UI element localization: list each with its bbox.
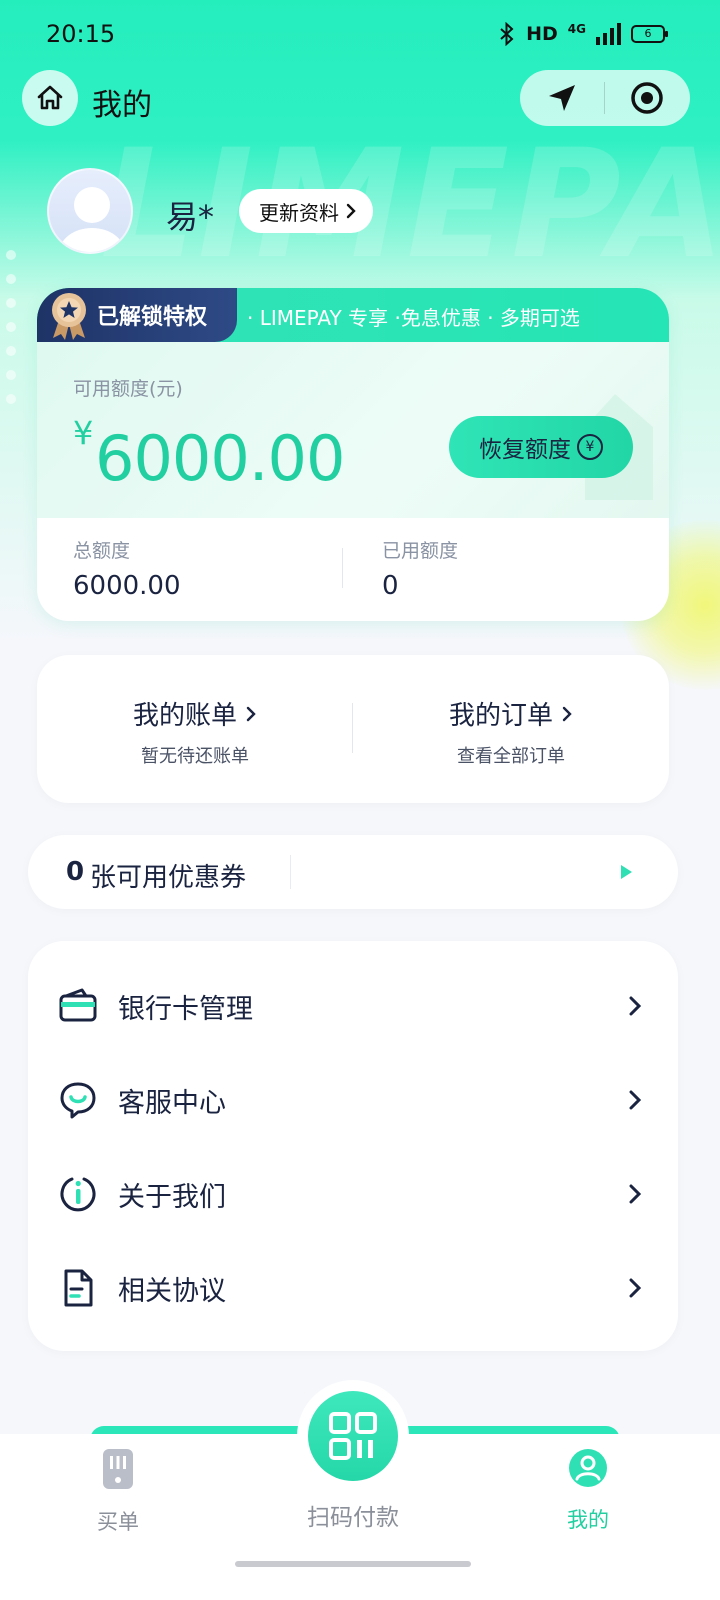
document-icon: [64, 1269, 93, 1307]
bank-card-icon: [59, 988, 97, 1022]
chevron-right-icon: [629, 1090, 642, 1110]
tab-buy-label: 买单: [97, 1510, 139, 1534]
chevron-right-icon: [246, 706, 256, 721]
status-icons: HD 4G 6: [498, 22, 668, 46]
update-profile-label: 更新资料: [259, 200, 339, 225]
tab-mine-label: 我的: [567, 1508, 609, 1532]
my-orders-entry[interactable]: 我的订单 查看全部订单: [353, 695, 669, 768]
bluetooth-icon: [500, 22, 514, 46]
medal-icon: [52, 293, 86, 340]
location-button[interactable]: [520, 70, 604, 126]
user-name: 易*: [166, 198, 215, 236]
used-credit-label: 已用额度: [382, 540, 459, 562]
customer-service-icon: [60, 1082, 96, 1119]
menu-item-agreements[interactable]: 相关协议: [28, 1241, 678, 1335]
stat-divider: [342, 548, 343, 588]
yen-refresh-icon: ¥: [577, 434, 603, 460]
info-icon: [60, 1177, 96, 1212]
home-icon: [37, 85, 63, 110]
status-bar: 20:15 HD 4G 6: [0, 0, 720, 70]
dots-decoration: [6, 250, 26, 430]
total-credit-value: 6000.00: [73, 571, 181, 601]
tab-mine[interactable]: 我的: [528, 1448, 648, 1534]
chevron-right-icon: [629, 996, 642, 1016]
coupon-label: 张可用优惠券: [90, 863, 247, 893]
user-icon: [569, 1449, 607, 1487]
hd-indicator: HD: [526, 23, 558, 45]
my-orders-subtitle: 查看全部订单: [457, 746, 565, 767]
used-credit-stat: 已用额度 0: [382, 536, 458, 601]
my-bills-subtitle: 暂无待还账单: [141, 746, 249, 767]
currency-symbol: ¥: [73, 414, 94, 452]
my-bills-entry[interactable]: 我的账单 暂无待还账单: [37, 695, 353, 768]
total-credit-label: 总额度: [73, 540, 131, 562]
coupon-divider: [290, 855, 291, 889]
restore-credit-button[interactable]: 恢复额度 ¥: [449, 416, 633, 478]
my-orders-title: 我的订单: [448, 701, 553, 731]
menu-item-bank-card[interactable]: 银行卡管理: [28, 959, 678, 1053]
coupon-count: 0: [66, 857, 85, 887]
menu-label-agreements: 相关协议: [118, 1275, 226, 1307]
menu-item-about-us[interactable]: 关于我们: [28, 1147, 678, 1241]
qr-code-icon: [329, 1412, 377, 1460]
avatar[interactable]: [47, 168, 133, 254]
restore-credit-label: 恢复额度: [479, 437, 571, 463]
scan-pay-button[interactable]: [308, 1391, 398, 1481]
privilege-banner: 已解锁特权 · LIMEPAY 专享 ·免息优惠 · 多期可选: [37, 288, 669, 342]
used-credit-value: 0: [382, 571, 399, 601]
miniprogram-capsule: [520, 70, 690, 126]
battery-icon: 6: [631, 25, 668, 43]
privilege-tag: 已解锁特权: [37, 288, 237, 342]
total-credit-stat: 总额度 6000.00: [73, 536, 181, 601]
bills-orders-card: 我的账单 暂无待还账单 我的订单 查看全部订单: [37, 655, 669, 803]
chevron-right-icon: [562, 706, 572, 721]
tab-buy[interactable]: 买单: [58, 1448, 178, 1536]
menu-label-customer-service: 客服中心: [118, 1087, 226, 1119]
page-header: 我的: [0, 70, 720, 130]
settings-menu: 银行卡管理 客服中心 关于我们 相关协议: [28, 941, 678, 1351]
home-indicator[interactable]: [235, 1561, 471, 1567]
receipt-icon: [103, 1449, 133, 1489]
page-title: 我的: [92, 88, 152, 123]
play-arrow-icon: [621, 865, 632, 879]
credit-card: 已解锁特权 · LIMEPAY 专享 ·免息优惠 · 多期可选 可用额度(元) …: [37, 288, 669, 621]
status-time: 20:15: [46, 20, 116, 48]
coupon-bar[interactable]: 0 张可用优惠券: [28, 835, 678, 909]
available-credit-label: 可用额度(元): [73, 378, 183, 400]
menu-item-customer-service[interactable]: 客服中心: [28, 1053, 678, 1147]
privilege-label: 已解锁特权: [97, 305, 208, 330]
network-type-indicator: 4G: [567, 22, 586, 36]
available-credit-section: 可用额度(元) ¥ 6000.00 恢复额度 ¥: [37, 342, 669, 518]
close-miniprogram-button[interactable]: [605, 70, 689, 126]
signal-icon: [596, 23, 621, 45]
chevron-right-icon: [346, 203, 356, 219]
location-arrow-icon: [549, 85, 575, 111]
credit-stats: 总额度 6000.00 已用额度 0: [37, 518, 669, 621]
available-credit-amount: 6000.00: [95, 422, 345, 495]
my-bills-title: 我的账单: [132, 701, 237, 731]
home-button[interactable]: [22, 70, 78, 126]
update-profile-button[interactable]: 更新资料: [239, 189, 373, 233]
menu-label-bank-card: 银行卡管理: [118, 993, 253, 1025]
target-icon: [631, 82, 663, 114]
scan-pay-label[interactable]: 扫码付款: [260, 1498, 446, 1532]
chevron-right-icon: [629, 1278, 642, 1298]
privilege-benefits: · LIMEPAY 专享 ·免息优惠 · 多期可选: [247, 306, 580, 330]
menu-label-about-us: 关于我们: [118, 1181, 226, 1213]
chevron-right-icon: [629, 1184, 642, 1204]
